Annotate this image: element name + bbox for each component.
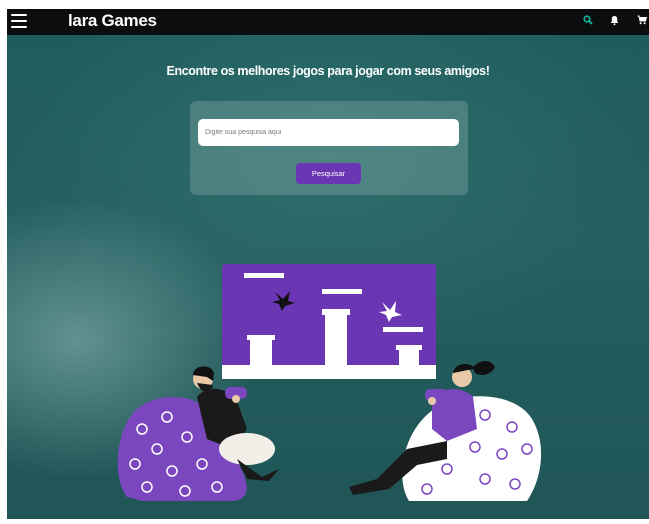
game-screen — [222, 264, 436, 379]
gaming-illustration — [117, 264, 542, 501]
gamepad — [425, 389, 447, 401]
app-frame: lara Games Encontre os melhores jogos pa… — [7, 9, 649, 519]
